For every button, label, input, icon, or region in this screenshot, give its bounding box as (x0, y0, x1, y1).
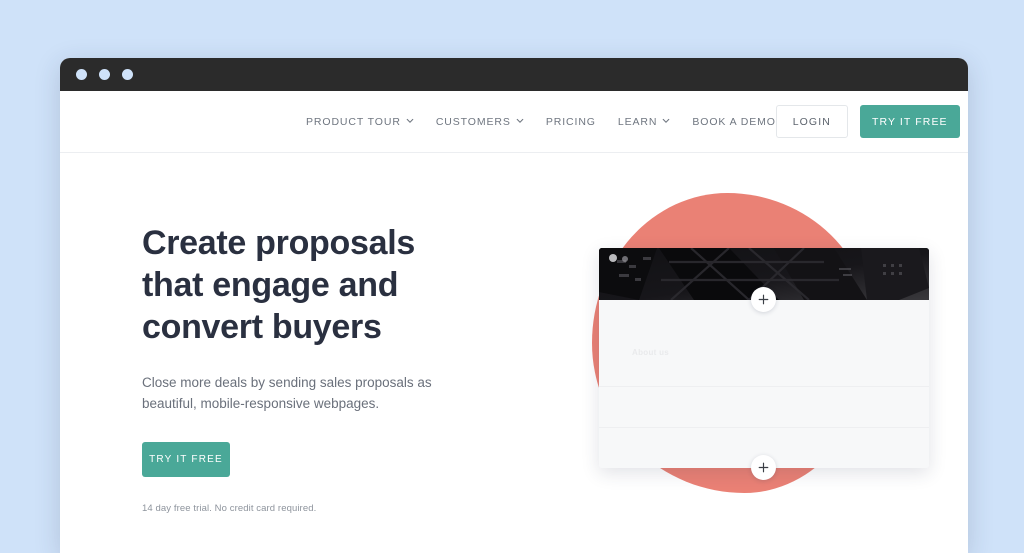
nav-item-learn[interactable]: LEARN (618, 116, 671, 128)
primary-navigation: PRODUCT TOUR CUSTOMERS PRICING LEARN BOO… (288, 116, 776, 128)
chevron-down-icon (662, 117, 670, 125)
chevron-down-icon (516, 117, 524, 125)
hero-section: Create proposals that engage and convert… (60, 153, 968, 553)
headline-line-1: Create proposals (142, 224, 415, 262)
nav-item-pricing-label: PRICING (545, 115, 596, 128)
nav-item-book-a-demo-label: BOOK A DEMO (692, 115, 776, 128)
add-section-top-button[interactable] (751, 287, 776, 312)
card-divider (599, 427, 929, 428)
nav-item-learn-label: LEARN (617, 115, 658, 128)
nav-item-customers[interactable]: CUSTOMERS (436, 116, 524, 128)
chevron-down-icon (406, 117, 414, 125)
plus-icon (758, 462, 769, 473)
window-minimize-dot[interactable] (99, 69, 110, 80)
window-close-dot[interactable] (76, 69, 87, 80)
login-button[interactable]: LOGIN (775, 105, 848, 138)
nav-item-customers-label: CUSTOMERS (435, 115, 511, 128)
headline-line-3: convert buyers (142, 308, 382, 346)
nav-item-pricing[interactable]: PRICING (546, 116, 596, 128)
navbar-actions: LOGIN TRY IT FREE (775, 105, 960, 138)
proposal-preview-card: About us (599, 248, 929, 480)
hero-copy-block: Create proposals that engage and convert… (142, 222, 542, 514)
nav-item-product-tour[interactable]: PRODUCT TOUR (306, 116, 414, 128)
card-divider (599, 386, 929, 387)
hero-disclaimer: 14 day free trial. No credit card requir… (142, 503, 317, 514)
nav-item-product-tour-label: PRODUCT TOUR (306, 115, 401, 128)
proposal-card-body: About us (599, 300, 929, 468)
add-section-bottom-button[interactable] (751, 455, 776, 480)
hero-try-it-free-button[interactable]: TRY IT FREE (142, 442, 230, 477)
headline-line-2: that engage and (142, 266, 399, 304)
nav-item-book-a-demo[interactable]: BOOK A DEMO (692, 116, 775, 128)
window-maximize-dot[interactable] (122, 69, 133, 80)
proposal-card-section-heading: About us (632, 348, 670, 357)
plus-icon (758, 294, 769, 305)
site-navbar: PRODUCT TOUR CUSTOMERS PRICING LEARN BOO… (60, 91, 968, 153)
site-logo[interactable] (88, 107, 288, 137)
hero-subtext: Close more deals by sending sales propos… (142, 375, 432, 411)
hero-visual: About us (538, 178, 958, 528)
page-title: Create proposals that engage and convert… (142, 222, 542, 348)
browser-titlebar (60, 58, 968, 91)
navbar-try-it-free-button[interactable]: TRY IT FREE (859, 105, 960, 138)
browser-window-mockup: PRODUCT TOUR CUSTOMERS PRICING LEARN BOO… (60, 58, 968, 553)
